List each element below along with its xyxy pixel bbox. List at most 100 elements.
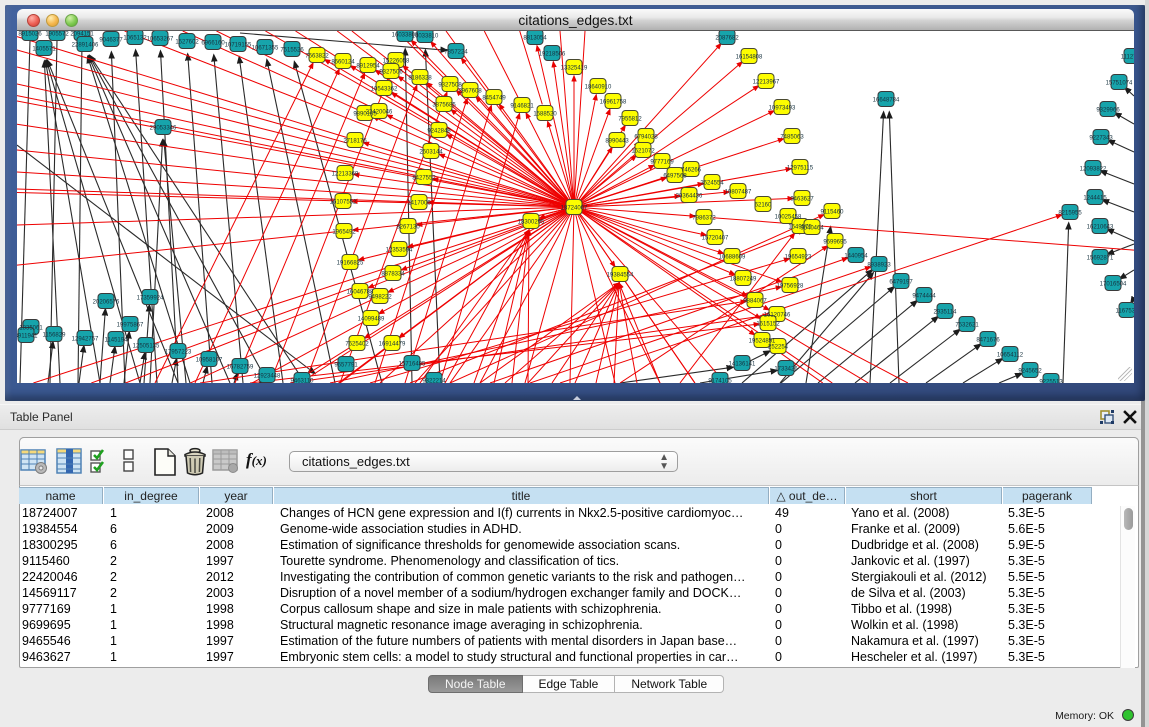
svg-text:12213369: 12213369 xyxy=(332,172,359,178)
svg-text:8912954: 8912954 xyxy=(356,64,380,70)
svg-text:16154808: 16154808 xyxy=(736,55,763,61)
svg-text:2935114: 2935114 xyxy=(934,310,958,316)
svg-text:19218506: 19218506 xyxy=(539,52,566,58)
svg-text:9884067: 9884067 xyxy=(743,299,767,305)
svg-text:17359924: 17359924 xyxy=(137,296,164,302)
svg-text:6966160: 6966160 xyxy=(201,41,225,47)
svg-text:10671355: 10671355 xyxy=(252,46,279,52)
svg-text:9474444: 9474444 xyxy=(912,294,936,300)
svg-text:9227343: 9227343 xyxy=(1089,136,1113,142)
svg-text:10807487: 10807487 xyxy=(725,190,752,196)
svg-text:746266: 746266 xyxy=(681,168,702,174)
svg-text:10688609: 10688609 xyxy=(719,255,746,261)
svg-text:2967608: 2967608 xyxy=(458,89,482,95)
svg-text:3875685: 3875685 xyxy=(432,103,456,109)
svg-text:1588520: 1588520 xyxy=(533,112,557,118)
svg-text:7857224: 7857224 xyxy=(444,50,468,56)
svg-text:8938923: 8938923 xyxy=(867,263,891,269)
svg-text:19756928: 19756928 xyxy=(777,284,804,290)
svg-text:10973493: 10973493 xyxy=(769,106,796,112)
svg-text:8427552: 8427552 xyxy=(412,176,436,182)
svg-text:8813054: 8813054 xyxy=(523,36,547,42)
svg-text:62160: 62160 xyxy=(755,203,772,209)
svg-text:1405571: 1405571 xyxy=(32,47,56,53)
svg-text:18640910: 18640910 xyxy=(585,85,612,91)
svg-text:12942757: 12942757 xyxy=(72,337,99,343)
svg-text:1621072: 1621072 xyxy=(631,149,655,155)
svg-text:7663822: 7663822 xyxy=(305,54,329,60)
svg-text:14136141: 14136141 xyxy=(729,362,756,368)
svg-text:1527602: 1527602 xyxy=(175,40,199,46)
svg-text:1440954: 1440954 xyxy=(844,254,868,260)
svg-text:1905572: 1905572 xyxy=(45,32,69,38)
svg-text:15720407: 15720407 xyxy=(702,236,729,242)
svg-text:22891406: 22891406 xyxy=(72,43,99,49)
svg-text:16033810: 16033810 xyxy=(412,34,439,40)
svg-text:7515526: 7515526 xyxy=(280,48,304,54)
svg-text:8454749: 8454749 xyxy=(482,96,506,102)
svg-text:8878334: 8878334 xyxy=(381,272,405,278)
svg-text:10543362: 10543362 xyxy=(371,87,398,93)
svg-text:18724007: 18724007 xyxy=(561,206,588,212)
svg-text:7955812: 7955812 xyxy=(618,117,642,123)
svg-text:3911941: 3911941 xyxy=(17,334,38,340)
svg-text:9225513: 9225513 xyxy=(1039,380,1063,383)
svg-text:9322214: 9322214 xyxy=(422,379,446,383)
svg-text:9657791: 9657791 xyxy=(334,363,358,369)
svg-text:8990443: 8990443 xyxy=(605,139,629,145)
svg-text:1244415: 1244415 xyxy=(1083,196,1107,202)
svg-text:12975115: 12975115 xyxy=(787,166,814,172)
svg-text:9115460: 9115460 xyxy=(821,210,845,216)
svg-text:16648784: 16648784 xyxy=(873,98,900,104)
svg-text:6479197: 6479197 xyxy=(889,280,913,286)
svg-text:6497568: 6497568 xyxy=(663,174,687,180)
svg-text:9245652: 9245652 xyxy=(1018,369,1042,375)
svg-text:9327506: 9327506 xyxy=(379,70,403,76)
svg-text:14099489: 14099489 xyxy=(358,317,385,323)
svg-text:1615152: 1615152 xyxy=(756,322,780,328)
svg-text:12353594: 12353594 xyxy=(386,248,413,254)
svg-text:9463627: 9463627 xyxy=(790,197,814,203)
svg-text:1167531: 1167531 xyxy=(1116,309,1134,315)
svg-text:12505135: 12505135 xyxy=(133,344,160,350)
svg-text:16961758: 16961758 xyxy=(600,100,627,106)
svg-text:20364436: 20364436 xyxy=(676,194,703,200)
svg-text:15751074: 15751074 xyxy=(1106,81,1133,87)
svg-text:1417006: 1417006 xyxy=(407,201,431,207)
svg-text:12213967: 12213967 xyxy=(753,80,780,86)
svg-text:9640464: 9640464 xyxy=(800,226,824,232)
svg-text:8471676: 8471676 xyxy=(976,338,1000,344)
svg-text:7485063: 7485063 xyxy=(780,135,804,141)
svg-text:1156829: 1156829 xyxy=(43,333,67,339)
svg-text:19166825: 19166825 xyxy=(337,261,364,267)
svg-text:2087682: 2087682 xyxy=(715,36,739,42)
svg-text:16120746: 16120746 xyxy=(764,313,791,319)
svg-text:9777169: 9777169 xyxy=(650,160,674,166)
svg-text:9498222: 9498222 xyxy=(368,295,392,301)
svg-text:9463110: 9463110 xyxy=(291,379,315,383)
svg-text:1065132: 1065132 xyxy=(123,36,147,42)
svg-text:19384554: 19384554 xyxy=(607,273,634,279)
svg-text:16782759: 16782759 xyxy=(227,365,254,371)
svg-text:3624554: 3624554 xyxy=(700,181,724,187)
svg-text:19975867: 19975867 xyxy=(117,323,144,329)
svg-text:10958107: 10958107 xyxy=(196,358,223,364)
svg-text:7625402: 7625402 xyxy=(345,342,369,348)
svg-text:8267130: 8267130 xyxy=(396,225,420,231)
svg-text:10719155: 10719155 xyxy=(225,43,252,49)
svg-text:7986372: 7986372 xyxy=(692,216,716,222)
svg-text:9046377: 9046377 xyxy=(99,38,123,44)
svg-text:10654112: 10654112 xyxy=(997,353,1024,359)
svg-text:7532621: 7532621 xyxy=(955,323,979,329)
svg-text:12093822: 12093822 xyxy=(1080,167,1107,173)
svg-text:9146821: 9146821 xyxy=(510,104,534,110)
svg-text:16210643: 16210643 xyxy=(1087,225,1114,231)
svg-text:8215955: 8215955 xyxy=(1058,211,1082,217)
svg-text:8660124: 8660124 xyxy=(331,60,355,66)
svg-text:12923448: 12923448 xyxy=(254,374,281,380)
svg-text:1112764: 1112764 xyxy=(1121,55,1134,61)
svg-text:1733426: 1733426 xyxy=(774,367,798,373)
svg-text:18807249: 18807249 xyxy=(730,277,757,283)
svg-text:6794028: 6794028 xyxy=(634,135,658,141)
svg-text:16914479: 16914479 xyxy=(379,342,406,348)
